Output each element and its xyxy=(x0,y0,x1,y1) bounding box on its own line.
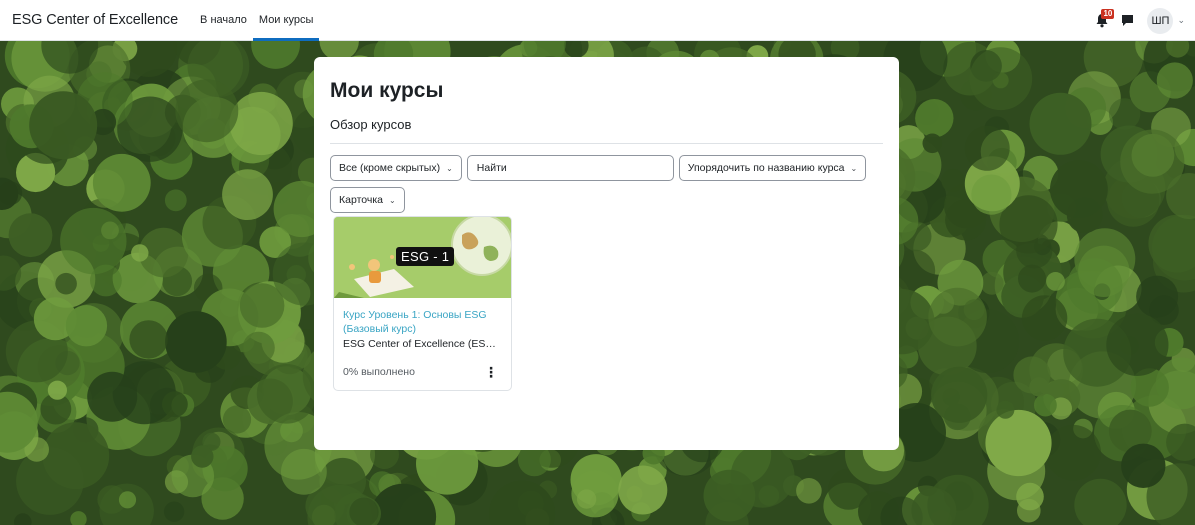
notifications-button[interactable]: 10 xyxy=(1095,8,1115,29)
course-image-label: ESG - 1 xyxy=(396,247,455,266)
messages-button[interactable] xyxy=(1121,14,1135,28)
course-category: ESG Center of Excellence (ESG ... xyxy=(343,338,502,350)
nav-link-home[interactable]: В начало xyxy=(194,0,253,41)
chat-icon xyxy=(1122,14,1134,26)
course-filters: Все (кроме скрытых) ⌄ Найти Упорядочить … xyxy=(330,155,883,181)
user-nav: 10 ШП ⌄ xyxy=(1095,0,1185,41)
grouping-dropdown-label: Все (кроме скрытых) xyxy=(339,162,441,174)
view-dropdown-label: Карточка xyxy=(339,194,383,206)
course-image[interactable]: ESG - 1 xyxy=(334,217,511,298)
course-progress: 0% выполнено xyxy=(343,366,415,378)
chevron-down-icon: ⌄ xyxy=(446,163,453,173)
nav-link-my-courses[interactable]: Мои курсы xyxy=(252,0,320,41)
course-card[interactable]: ESG - 1 Курс Уровень 1: Основы ESG (Базо… xyxy=(333,216,512,391)
more-actions-icon[interactable]: ⋮ xyxy=(480,365,502,379)
top-navbar: ESG Center of Excellence В начало Мои ку… xyxy=(0,0,1195,41)
grouping-dropdown[interactable]: Все (кроме скрытых) ⌄ xyxy=(330,155,462,181)
page-title: Мои курсы xyxy=(330,79,444,102)
main-content-panel: Мои курсы Обзор курсов Все (кроме скрыты… xyxy=(314,57,899,450)
chevron-down-icon[interactable]: ⌄ xyxy=(1177,15,1185,26)
search-input[interactable]: Найти xyxy=(466,155,674,181)
sort-dropdown[interactable]: Упорядочить по названию курса ⌄ xyxy=(678,155,867,181)
sort-dropdown-label: Упорядочить по названию курса xyxy=(687,162,845,174)
chevron-down-icon: ⌄ xyxy=(850,163,858,173)
view-dropdown[interactable]: Карточка ⌄ xyxy=(330,187,405,213)
chevron-down-icon: ⌄ xyxy=(389,195,396,205)
section-title: Обзор курсов xyxy=(330,117,883,144)
site-brand[interactable]: ESG Center of Excellence xyxy=(12,12,178,28)
course-footer: 0% выполнено ⋮ xyxy=(343,365,502,379)
primary-nav: В начало Мои курсы xyxy=(194,0,320,41)
notification-badge: 10 xyxy=(1101,8,1115,19)
user-avatar[interactable]: ШП xyxy=(1147,7,1174,34)
course-info: Курс Уровень 1: Основы ESG (Базовый курс… xyxy=(334,298,511,388)
course-title-link[interactable]: Курс Уровень 1: Основы ESG (Базовый курс… xyxy=(343,308,502,336)
